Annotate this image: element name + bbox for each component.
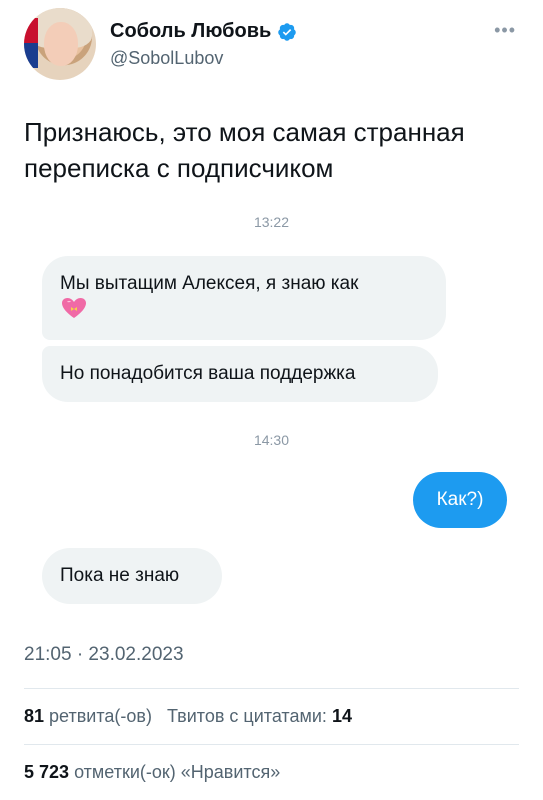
author-display-name[interactable]: Соболь Любовь [110,20,271,43]
message-bubble-incoming: Мы вытащим Алексея, я знаю как [42,256,446,340]
message-bubble-outgoing: Как?) [413,472,507,528]
likes-stats[interactable]: 5 723 отметки(-ок) «Нравится» [24,762,280,783]
author-name-row[interactable]: Соболь Любовь [110,20,297,43]
likes-label: отметки(-ок) «Нравится» [74,762,281,782]
retweets-count: 81 [24,706,45,726]
retweet-stats[interactable]: 81 ретвита(-ов) Твитов с цитатами: 14 [24,706,352,727]
tweet-header: Соболь Любовь @SobolLubov ••• [24,8,524,80]
tweet-timestamp[interactable]: 21:05 · 23.02.2023 [24,644,184,666]
tweet-text: Признаюсь, это моя самая странная перепи… [24,117,465,183]
ellipsis-icon[interactable]: ••• [494,20,516,41]
message-timestamp: 13:22 [253,214,290,230]
message-bubble-incoming: Но понадобится ваша поддержка [42,346,438,402]
retweets-label: ретвита(-ов) [49,706,152,726]
message-bubble-incoming: Пока не знаю [42,548,222,604]
message-timestamp: 14:30 [253,432,290,448]
quotes-label: Твитов с цитатами: [166,706,327,726]
message-text: Как?) [436,489,484,510]
message-text: Но понадобится ваша поддержка [60,363,356,384]
avatar[interactable] [24,8,96,80]
divider [24,744,519,745]
likes-count: 5 723 [24,762,70,782]
message-text: Мы вытащим Алексея, я знаю как [60,273,359,294]
author-handle[interactable]: @SobolLubov [110,48,223,69]
divider [24,688,519,689]
heart-with-ribbon-emoji-icon [62,298,86,318]
verified-badge-icon [278,22,297,41]
message-text: Пока не знаю [60,565,180,586]
quotes-count: 14 [331,706,352,726]
